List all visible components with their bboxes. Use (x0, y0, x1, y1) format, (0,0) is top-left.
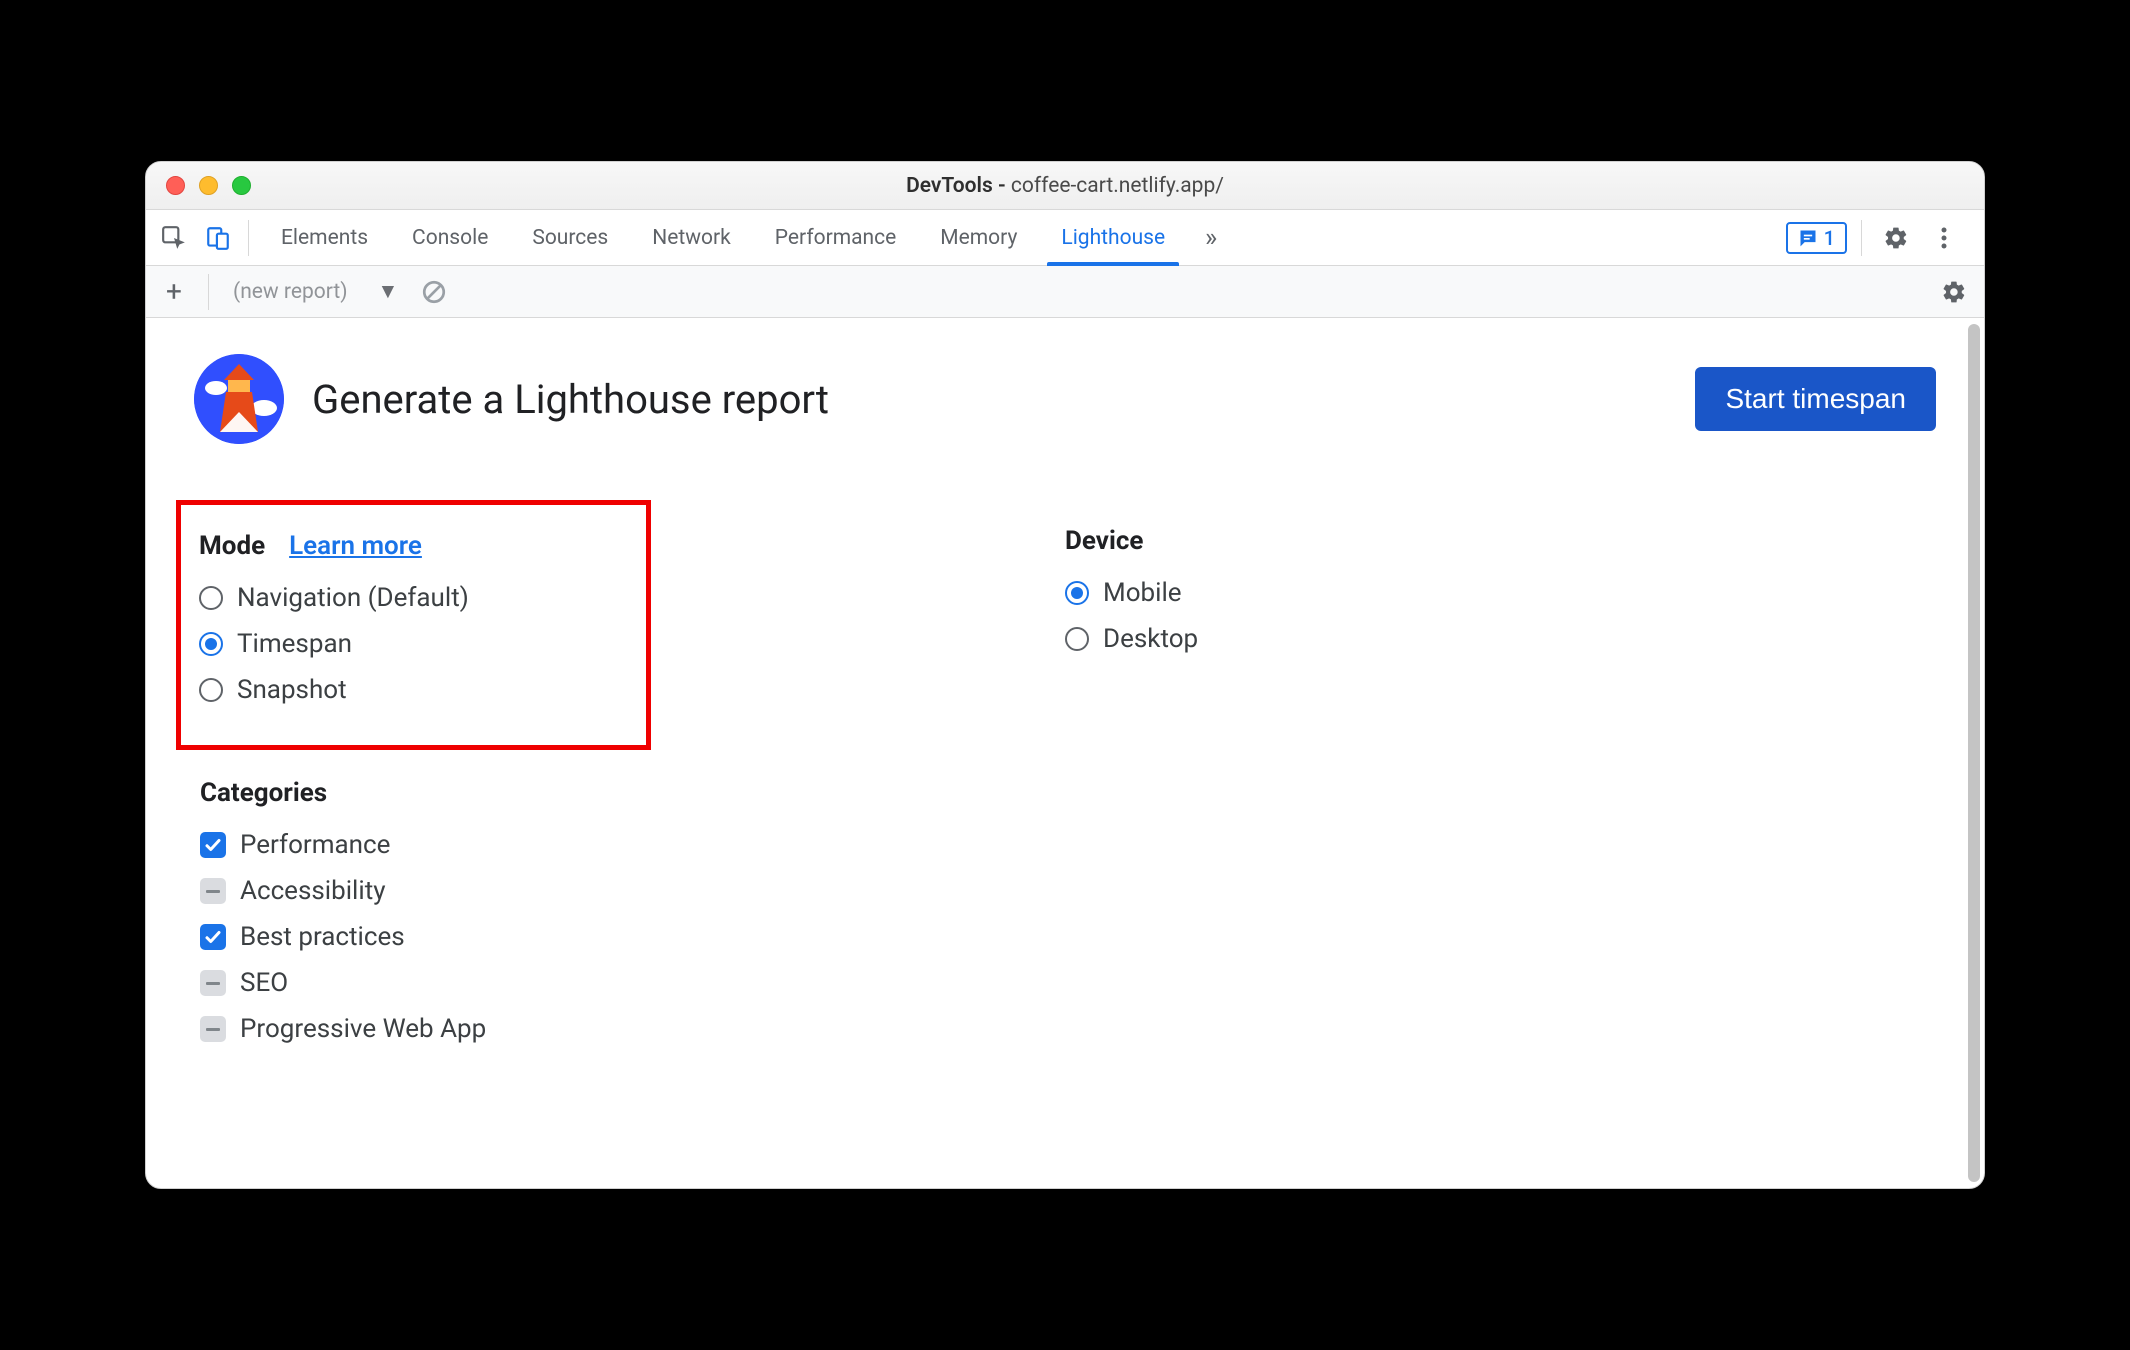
window-title-path: coffee-cart.netlify.app/ (1011, 174, 1224, 198)
device-section: Device Mobile Desktop (1065, 526, 1936, 662)
category-label: Performance (240, 830, 390, 860)
mode-option-navigation[interactable]: Navigation (Default) (199, 575, 622, 621)
radio-icon (199, 586, 223, 610)
titlebar: DevTools - coffee-cart.netlify.app/ (146, 162, 1984, 210)
checkbox-checked-icon (200, 832, 226, 858)
checkbox-indeterminate-icon (200, 970, 226, 996)
inspect-element-icon[interactable] (154, 218, 194, 258)
category-label: Best practices (240, 922, 405, 952)
radio-icon (199, 678, 223, 702)
tab-elements[interactable]: Elements (259, 210, 390, 266)
category-accessibility[interactable]: Accessibility (200, 868, 1065, 914)
tab-console[interactable]: Console (390, 210, 510, 266)
devtools-window: DevTools - coffee-cart.netlify.app/ Elem… (145, 161, 1985, 1189)
device-option-label: Mobile (1103, 578, 1182, 608)
settings-icon[interactable] (1876, 218, 1916, 258)
panel-tabs: Elements Console Sources Network Perform… (259, 210, 1187, 266)
window-title: DevTools - coffee-cart.netlify.app/ (146, 174, 1984, 198)
checkbox-indeterminate-icon (200, 878, 226, 904)
radio-icon (1065, 627, 1089, 651)
window-controls (146, 176, 251, 195)
start-timespan-button[interactable]: Start timespan (1695, 367, 1936, 431)
minimize-window-button[interactable] (199, 176, 218, 195)
chat-icon (1798, 228, 1818, 248)
chevron-down-icon: ▼ (378, 280, 399, 304)
tab-lighthouse[interactable]: Lighthouse (1039, 210, 1187, 266)
kebab-menu-icon[interactable] (1924, 218, 1964, 258)
categories-section: Categories Performance Accessibility (200, 778, 1065, 1052)
category-label: SEO (240, 968, 288, 998)
lighthouse-header: Generate a Lighthouse report Start times… (194, 354, 1936, 444)
mode-option-label: Navigation (Default) (237, 583, 469, 613)
learn-more-link[interactable]: Learn more (289, 531, 422, 561)
checkbox-checked-icon (200, 924, 226, 950)
category-label: Accessibility (240, 876, 386, 906)
radio-checked-icon (199, 632, 223, 656)
mode-option-label: Snapshot (237, 675, 347, 705)
page-title: Generate a Lighthouse report (312, 376, 829, 423)
device-title: Device (1065, 526, 1936, 556)
checkbox-indeterminate-icon (200, 1016, 226, 1042)
mode-option-timespan[interactable]: Timespan (199, 621, 622, 667)
clear-icon[interactable] (416, 274, 452, 310)
lighthouse-settings-icon[interactable] (1934, 272, 1974, 312)
more-tabs-icon[interactable]: » (1191, 223, 1231, 253)
tab-network[interactable]: Network (630, 210, 753, 266)
category-performance[interactable]: Performance (200, 822, 1065, 868)
report-dropdown-label: (new report) (233, 280, 348, 304)
tab-memory[interactable]: Memory (918, 210, 1039, 266)
report-dropdown[interactable]: (new report) ▼ (225, 280, 406, 304)
category-pwa[interactable]: Progressive Web App (200, 1006, 1065, 1052)
lighthouse-options: Mode Learn more Navigation (Default) Tim… (194, 500, 1936, 1052)
separator (248, 220, 249, 256)
lighthouse-toolbar: + (new report) ▼ (146, 266, 1984, 318)
device-option-label: Desktop (1103, 624, 1198, 654)
categories-title: Categories (200, 778, 1065, 808)
maximize-window-button[interactable] (232, 176, 251, 195)
mode-title: Mode (199, 531, 265, 561)
close-window-button[interactable] (166, 176, 185, 195)
window-title-prefix: DevTools - (906, 174, 1011, 198)
device-option-mobile[interactable]: Mobile (1065, 570, 1936, 616)
device-option-desktop[interactable]: Desktop (1065, 616, 1936, 662)
messages-badge[interactable]: 1 (1786, 222, 1847, 254)
tabs-right-controls: 1 (1786, 218, 1976, 258)
radio-checked-icon (1065, 581, 1089, 605)
category-label: Progressive Web App (240, 1014, 486, 1044)
scrollbar[interactable] (1968, 324, 1980, 1182)
tab-performance[interactable]: Performance (753, 210, 918, 266)
messages-count: 1 (1824, 226, 1835, 250)
category-best-practices[interactable]: Best practices (200, 914, 1065, 960)
separator (208, 274, 209, 310)
mode-option-label: Timespan (237, 629, 352, 659)
tab-sources[interactable]: Sources (510, 210, 630, 266)
category-seo[interactable]: SEO (200, 960, 1065, 1006)
separator (1861, 220, 1862, 256)
device-toggle-icon[interactable] (198, 218, 238, 258)
mode-option-snapshot[interactable]: Snapshot (199, 667, 622, 713)
devtools-tabs-row: Elements Console Sources Network Perform… (146, 210, 1984, 266)
new-report-button[interactable]: + (156, 274, 192, 310)
mode-section-highlight: Mode Learn more Navigation (Default) Tim… (176, 500, 651, 750)
lighthouse-logo-icon (194, 354, 284, 444)
lighthouse-panel: Generate a Lighthouse report Start times… (146, 318, 1984, 1188)
